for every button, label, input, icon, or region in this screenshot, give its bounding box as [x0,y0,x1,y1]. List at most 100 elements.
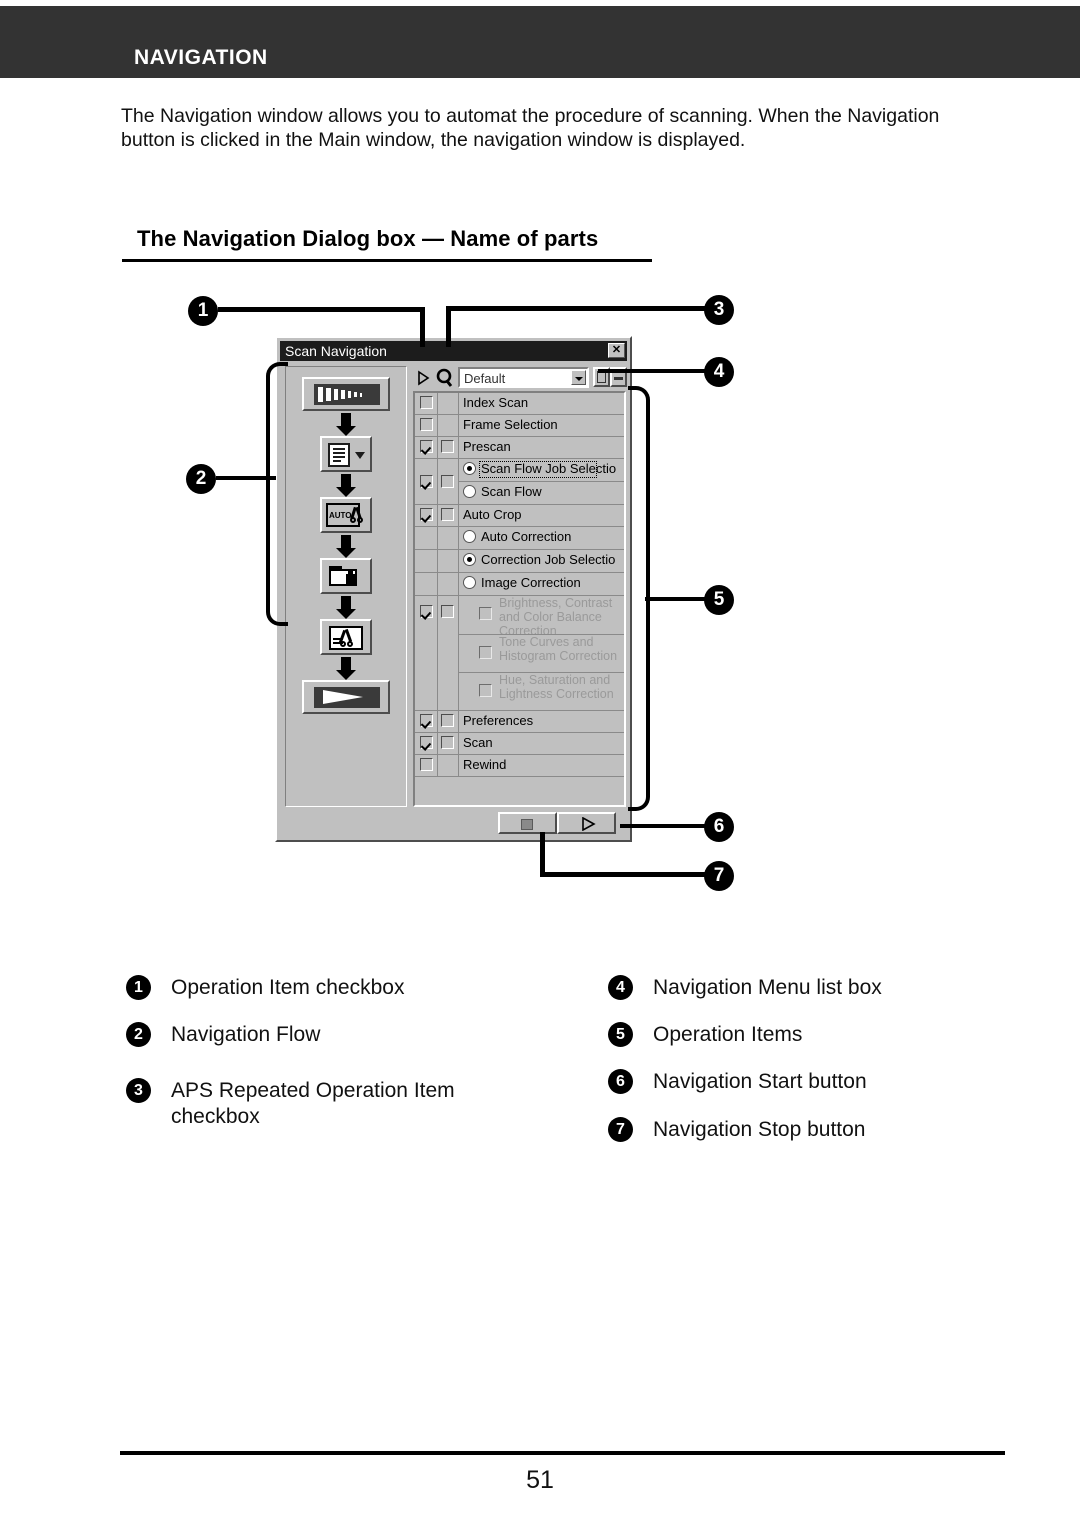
operation-item-checkbox[interactable] [420,396,433,409]
table-row[interactable]: Auto Crop [415,505,624,527]
operation-items-list[interactable]: Index Scan Frame Selection Prescan Scan … [413,391,626,807]
operation-item-checkbox[interactable] [420,508,433,521]
flow-button-film-strip[interactable] [302,377,390,411]
table-row[interactable]: Image Correction [415,573,624,596]
flow-arrow-3 [336,535,356,558]
legend-text-7: Navigation Stop button [653,1118,866,1141]
row-label: Correction Job Selectio [481,552,616,567]
operation-item-checkbox[interactable] [420,714,433,727]
flow-arrow-4 [336,596,356,619]
row-label: Index Scan [463,395,529,410]
callout-leader-4 [598,369,708,373]
table-row[interactable]: Rewind [415,755,624,777]
play-triangle-icon [582,817,596,831]
legend-text-3: APS Repeated Operation Item checkbox [171,1079,455,1128]
radio-correction-job-selection[interactable] [463,553,476,566]
navigation-menu-value: Default [464,371,506,386]
table-row[interactable]: Index Scan [415,393,624,415]
frame-list-dropdown-icon [328,443,350,467]
navigation-menu-toolbar: Default [413,366,627,390]
radio-image-correction[interactable] [463,576,476,589]
column-divider-1 [437,711,438,732]
sub-checkbox-tone-curves[interactable] [479,646,492,659]
operation-item-checkbox[interactable] [420,605,433,618]
operation-item-checkbox[interactable] [420,758,433,771]
page-number: 51 [526,1466,554,1494]
flow-button-auto-crop[interactable]: AUTO [320,497,372,533]
navigation-flow-panel: AUTO [285,366,407,807]
operation-item-checkbox[interactable] [420,440,433,453]
legend-text-4: Navigation Menu list box [653,976,882,999]
column-divider-1 [437,505,438,526]
legend-text-6: Navigation Start button [653,1070,867,1093]
operation-item-checkbox[interactable] [420,736,433,749]
column-divider-2 [458,573,459,595]
callout-leader-7-v [540,832,545,874]
aps-repeated-operation-item-checkbox[interactable] [441,605,454,618]
flow-button-image-correction[interactable] [320,619,372,655]
sub-checkbox-brightness-contrast[interactable] [479,607,492,620]
scan-start-icon [314,687,380,708]
close-icon[interactable]: ✕ [608,343,625,358]
flow-arrow-5 [336,657,356,680]
operation-item-checkbox[interactable] [420,475,433,488]
navigation-menu-list-box[interactable]: Default [458,367,589,388]
aps-repeated-operation-item-checkbox[interactable] [441,440,454,453]
row-label: Prescan [463,439,511,454]
aps-repeated-operation-item-checkbox[interactable] [441,475,454,488]
aps-repeated-operation-item-checkbox[interactable] [441,714,454,727]
table-row[interactable]: Auto Correction [415,527,624,550]
stop-square-icon [521,819,533,830]
chevron-down-icon[interactable] [571,370,586,385]
footer-rule [120,1451,1005,1455]
legend-text-1: Operation Item checkbox [171,976,405,999]
table-row[interactable]: Brightness, Contrast and Color Balance C… [415,596,624,711]
navigation-start-button[interactable] [557,812,616,834]
play-triangle-icon[interactable] [414,369,432,387]
table-row[interactable]: Correction Job Selectio [415,550,624,573]
film-strip-icon [314,384,380,405]
callout-leader-3-v [446,306,451,347]
radio-scan-flow-job-selection[interactable] [463,462,476,475]
dialog-titlebar: Scan Navigation ✕ [280,341,627,361]
callout-leader-7-h [540,872,710,877]
operation-item-checkbox[interactable] [420,418,433,431]
aps-repeated-operation-item-checkbox[interactable] [441,736,454,749]
page-header-title: NAVIGATION [134,46,268,69]
row-label: Auto Correction [481,529,572,544]
callout-badge-3: 3 [704,295,734,325]
navigation-stop-button[interactable] [498,812,557,834]
flow-button-frame-selection[interactable] [320,436,372,472]
column-divider-2 [458,527,459,549]
column-divider-1 [437,459,438,504]
aps-repeated-operation-item-checkbox[interactable] [441,508,454,521]
sub-checkbox-hue-saturation[interactable] [479,684,492,697]
legend-badge-4: 4 [608,975,633,1000]
folder-correction-icon [329,566,365,588]
column-divider-1 [437,733,438,754]
flow-button-scan-start[interactable] [302,680,390,714]
column-divider-2 [458,550,459,572]
table-row[interactable]: Prescan [415,437,624,459]
table-row[interactable]: Scan [415,733,624,755]
page-header-bar: NAVIGATION [0,6,1080,78]
table-row[interactable]: Frame Selection [415,415,624,437]
callout-brace-5 [628,386,650,811]
radio-scan-flow[interactable] [463,485,476,498]
callout-badge-5: 5 [704,585,734,615]
table-row[interactable]: Scan Flow Job Selectio Scan Flow [415,459,624,505]
callout-badge-6: 6 [704,812,734,842]
flow-button-correction-job[interactable] [320,558,372,594]
column-divider-1 [437,527,438,549]
row-label: Tone Curves and Histogram Correction [499,635,618,663]
scan-magnifier-icon[interactable] [435,368,455,388]
radio-auto-correction[interactable] [463,530,476,543]
column-divider-1 [437,393,438,414]
column-divider-2 [458,733,459,754]
callout-leader-1-h [218,307,425,312]
row-label: Rewind [463,757,507,772]
table-row[interactable]: Preferences [415,711,624,733]
legend-badge-2: 2 [126,1022,151,1047]
image-correction-icon [329,626,363,650]
column-divider-2 [458,393,459,414]
